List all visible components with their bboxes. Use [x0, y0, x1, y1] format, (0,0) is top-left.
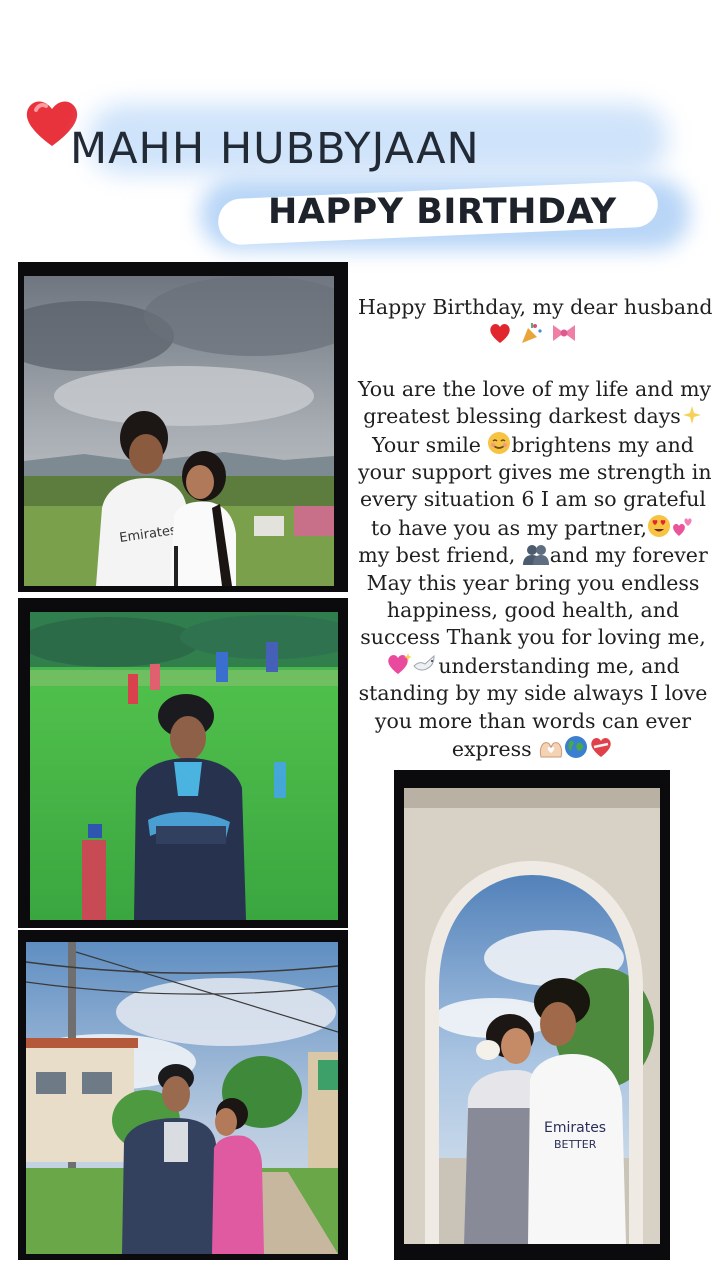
heart-eyes-icon [647, 514, 670, 537]
page-title: MAHH HUBBYJAAN [70, 124, 480, 174]
message-line: every situation 6 I am so grateful [360, 487, 706, 512]
greeting-line: Happy Birthday, my dear husband [358, 295, 713, 319]
greeting-emojis [358, 321, 708, 348]
message-line: Your smile brightens my and [358, 431, 708, 459]
message-text: and my forever [549, 543, 708, 568]
svg-text:BETTER: BETTER [554, 1138, 597, 1151]
message-line: you more than words can ever [374, 708, 692, 733]
heart-hands-icon [540, 742, 563, 758]
dove-icon [413, 654, 435, 671]
message-line: your support gives me strength in [358, 460, 712, 485]
two-hearts-icon [673, 518, 692, 536]
message-text: my best friend, [358, 543, 516, 568]
message-line: success Thank you for loving me, [360, 625, 706, 650]
message-text: express [451, 737, 532, 762]
mending-heart-icon [591, 738, 611, 758]
message-line: to have you as my partner, [358, 514, 708, 542]
sparkling-heart-icon [388, 652, 413, 674]
story-page: MAHH HUBBYJAAN HAPPY BIRTHDAY Emirates E… [0, 0, 720, 1280]
message-line: my best friend, and my forever [358, 542, 708, 569]
message-text: Your smile [372, 432, 481, 457]
message-text: understanding me, and [438, 653, 680, 678]
smiling-face-icon [488, 431, 511, 454]
message-line: express [358, 735, 708, 763]
heart-icon [490, 324, 511, 344]
message-text: greatest blessing darkest days [363, 404, 681, 429]
message-text: brightens my and [511, 432, 694, 457]
message-line: May this year bring you endless [366, 570, 700, 595]
message-line: You are the love of my life and my [358, 376, 712, 401]
message-line: happiness, good health, and [386, 598, 680, 623]
party-popper-icon [522, 323, 542, 344]
page-subtitle: HAPPY BIRTHDAY [268, 192, 617, 232]
couple-cloudy-sky-photo: Emirates [24, 276, 334, 586]
message-line: understanding me, and [358, 652, 708, 680]
message-line: standing by my side always I love [358, 681, 708, 706]
svg-text:Emirates: Emirates [544, 1120, 606, 1136]
people-silhouette-icon [522, 545, 549, 566]
man-football-field-photo [30, 612, 338, 920]
sparkles-icon [682, 406, 701, 425]
message-line: greatest blessing darkest days [358, 403, 708, 430]
ribbon-icon [552, 325, 575, 342]
couple-village-road-photo [26, 942, 338, 1254]
couple-archway-photo: Emirates BETTER [404, 788, 660, 1244]
birthday-message: Happy Birthday, my dear husband You are … [358, 294, 713, 764]
message-text: to have you as my partner, [371, 515, 647, 540]
globe-icon [565, 736, 588, 759]
